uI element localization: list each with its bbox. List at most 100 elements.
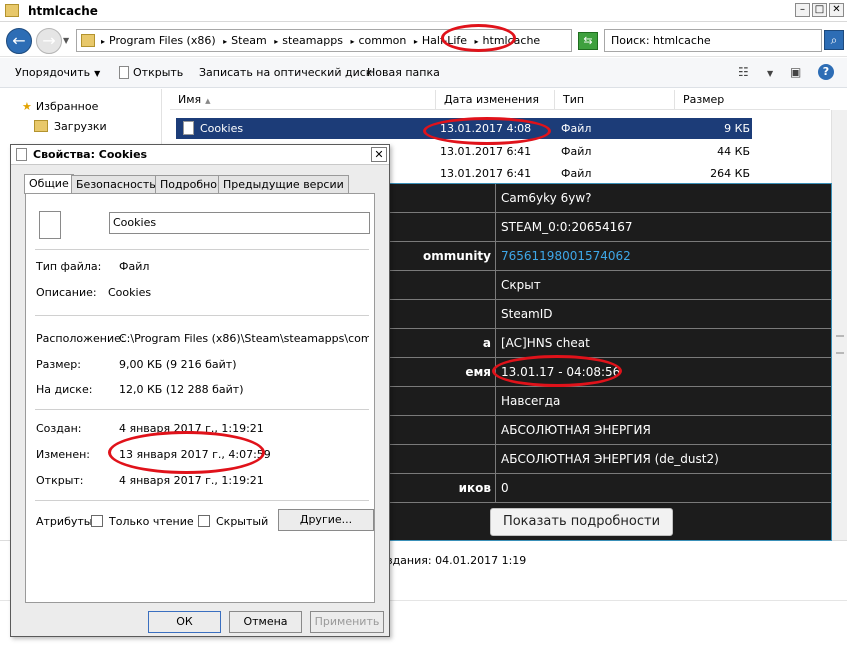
properties-dialog: Свойства: Cookies ✕ Общие Безопасность П… [10,144,390,637]
breadcrumb-steamapps[interactable]: steamapps [282,34,343,47]
chevron-down-icon[interactable]: ▼ [767,69,773,78]
tab-security[interactable]: Безопасность [71,175,161,193]
modified-label: Изменен: [36,448,91,461]
file-icon [39,211,61,239]
close-button[interactable]: ✕ [829,3,844,17]
hidden-checkbox[interactable] [198,515,210,527]
breadcrumb-separator[interactable]: ▸ [350,37,354,46]
divider [35,409,369,410]
advanced-attributes-button[interactable]: Другие... [278,509,374,531]
steam-row-value: [AC]HNS cheat [501,336,590,350]
accessed-value: 4 января 2017 г., 1:19:21 [119,474,264,487]
annotation-ellipse-modified [108,431,265,474]
file-type: Файл [561,145,592,158]
organize-label: Упорядочить [15,66,91,79]
breadcrumb-separator[interactable]: ▸ [101,37,105,46]
steam-row: Cam6yky 6yw? [371,184,831,213]
nav-label: Избранное [35,100,99,113]
cancel-button[interactable]: Отмена [229,611,302,633]
steam-row: STEAM_0:0:20654167 [371,213,831,242]
tab-previous-versions[interactable]: Предыдущие версии [218,175,349,193]
vertical-scrollbar[interactable] [831,110,847,570]
folder-icon [81,34,95,47]
steam-row-value: Cam6yky 6yw? [501,191,592,205]
steam-row: АБСОЛЮТНАЯ ЭНЕРГИЯ [371,416,831,445]
dialog-tabs: Общие Безопасность Подробно Предыдущие в… [24,174,364,194]
tab-details[interactable]: Подробно [155,175,223,193]
show-details-button[interactable]: Показать подробности [490,508,673,536]
breadcrumb-program-files[interactable]: Program Files (x86) [109,34,216,47]
refresh-button[interactable]: ⇆ [578,32,598,50]
steam-row: Навсегда [371,387,831,416]
nav-label: Загрузки [54,120,107,133]
readonly-checkbox[interactable] [91,515,103,527]
minimize-button[interactable]: – [795,3,810,17]
tab-general[interactable]: Общие [24,174,74,194]
divider [35,315,369,316]
scroll-mark [836,352,844,354]
maximize-button[interactable]: □ [812,3,827,17]
star-icon: ★ [22,100,32,113]
breadcrumb-steam[interactable]: Steam [231,34,267,47]
dialog-title: Свойства: Cookies [33,148,148,161]
file-type: Файл [561,122,592,135]
steam-row: иков 0 [371,474,831,503]
breadcrumb-separator[interactable]: ▸ [274,37,278,46]
description-value: Cookies [108,286,152,299]
breadcrumb-separator[interactable]: ▸ [223,37,227,46]
view-options-icon[interactable]: ☷ [738,65,749,79]
steam-row-value: SteamID [501,307,553,321]
steam-community-link[interactable]: 76561198001574062 [501,242,631,270]
divider [35,249,369,250]
address-bar: ← → ▼ ▸ Program Files (x86) ▸ Steam ▸ steam… [0,23,847,57]
divider [35,500,369,501]
size-value: 9,00 КБ (9 216 байт) [119,358,237,371]
breadcrumb-common[interactable]: common [358,34,406,47]
open-label: Открыть [133,66,184,79]
file-modified: 13.01.2017 6:41 [440,167,532,180]
location-label: Расположение: [36,332,125,345]
sort-ascending-icon: ▲ [205,97,211,105]
file-modified: 13.01.2017 6:41 [440,145,532,158]
dialog-close-button[interactable]: ✕ [371,147,387,162]
command-bar: Упорядочить ▼ Открыть Записать на оптичес… [0,58,847,88]
column-name[interactable]: Имя ▲ [170,90,436,110]
readonly-label: Только чтение [109,515,194,528]
breadcrumb-separator[interactable]: ▸ [414,37,418,46]
column-modified[interactable]: Дата изменения [436,90,555,110]
file-size: 264 КБ [710,167,750,180]
folder-icon [5,4,19,17]
organize-button[interactable]: Упорядочить ▼ [15,66,100,79]
history-dropdown-icon[interactable]: ▼ [63,36,69,45]
column-label: Имя [178,93,202,106]
explorer-titlebar: htmlcache – □ ✕ [0,0,847,22]
column-type[interactable]: Тип [555,90,675,110]
new-folder-button[interactable]: Новая папка [367,66,440,79]
steam-row-value: 0 [501,481,509,495]
search-icon[interactable]: ⌕ [824,30,844,50]
nav-item-downloads[interactable]: Загрузки [34,120,107,133]
size-on-disk-value: 12,0 КБ (12 288 байт) [119,383,244,396]
column-size[interactable]: Размер [675,90,830,110]
details-created: оздания: 04.01.2017 1:19 [380,554,527,567]
open-button[interactable]: Открыть [119,66,183,79]
steam-row: ommunity 76561198001574062 [371,242,831,271]
tab-panel-general [25,193,375,603]
apply-button[interactable]: Применить [310,611,384,633]
preview-pane-icon[interactable]: ▣ [790,65,801,79]
attributes-label: Атрибуты: [36,515,97,528]
filename-field[interactable]: Cookies [109,212,370,234]
back-button[interactable]: ← [6,28,32,54]
ok-button[interactable]: ОК [148,611,221,633]
file-size: 9 КБ [724,122,750,135]
steam-row-value: STEAM_0:0:20654167 [501,220,633,234]
steam-row: SteamID [371,300,831,329]
help-icon[interactable]: ? [818,64,834,80]
search-input[interactable]: Поиск: htmlcache [604,29,822,52]
steam-row: а [AC]HNS cheat [371,329,831,358]
forward-button[interactable]: → [36,28,62,54]
steam-row-value: Скрыт [501,278,541,292]
nav-item-favorites[interactable]: ★ Избранное [22,100,98,113]
burn-button[interactable]: Записать на оптический диск [199,66,372,79]
downloads-folder-icon [34,120,48,132]
